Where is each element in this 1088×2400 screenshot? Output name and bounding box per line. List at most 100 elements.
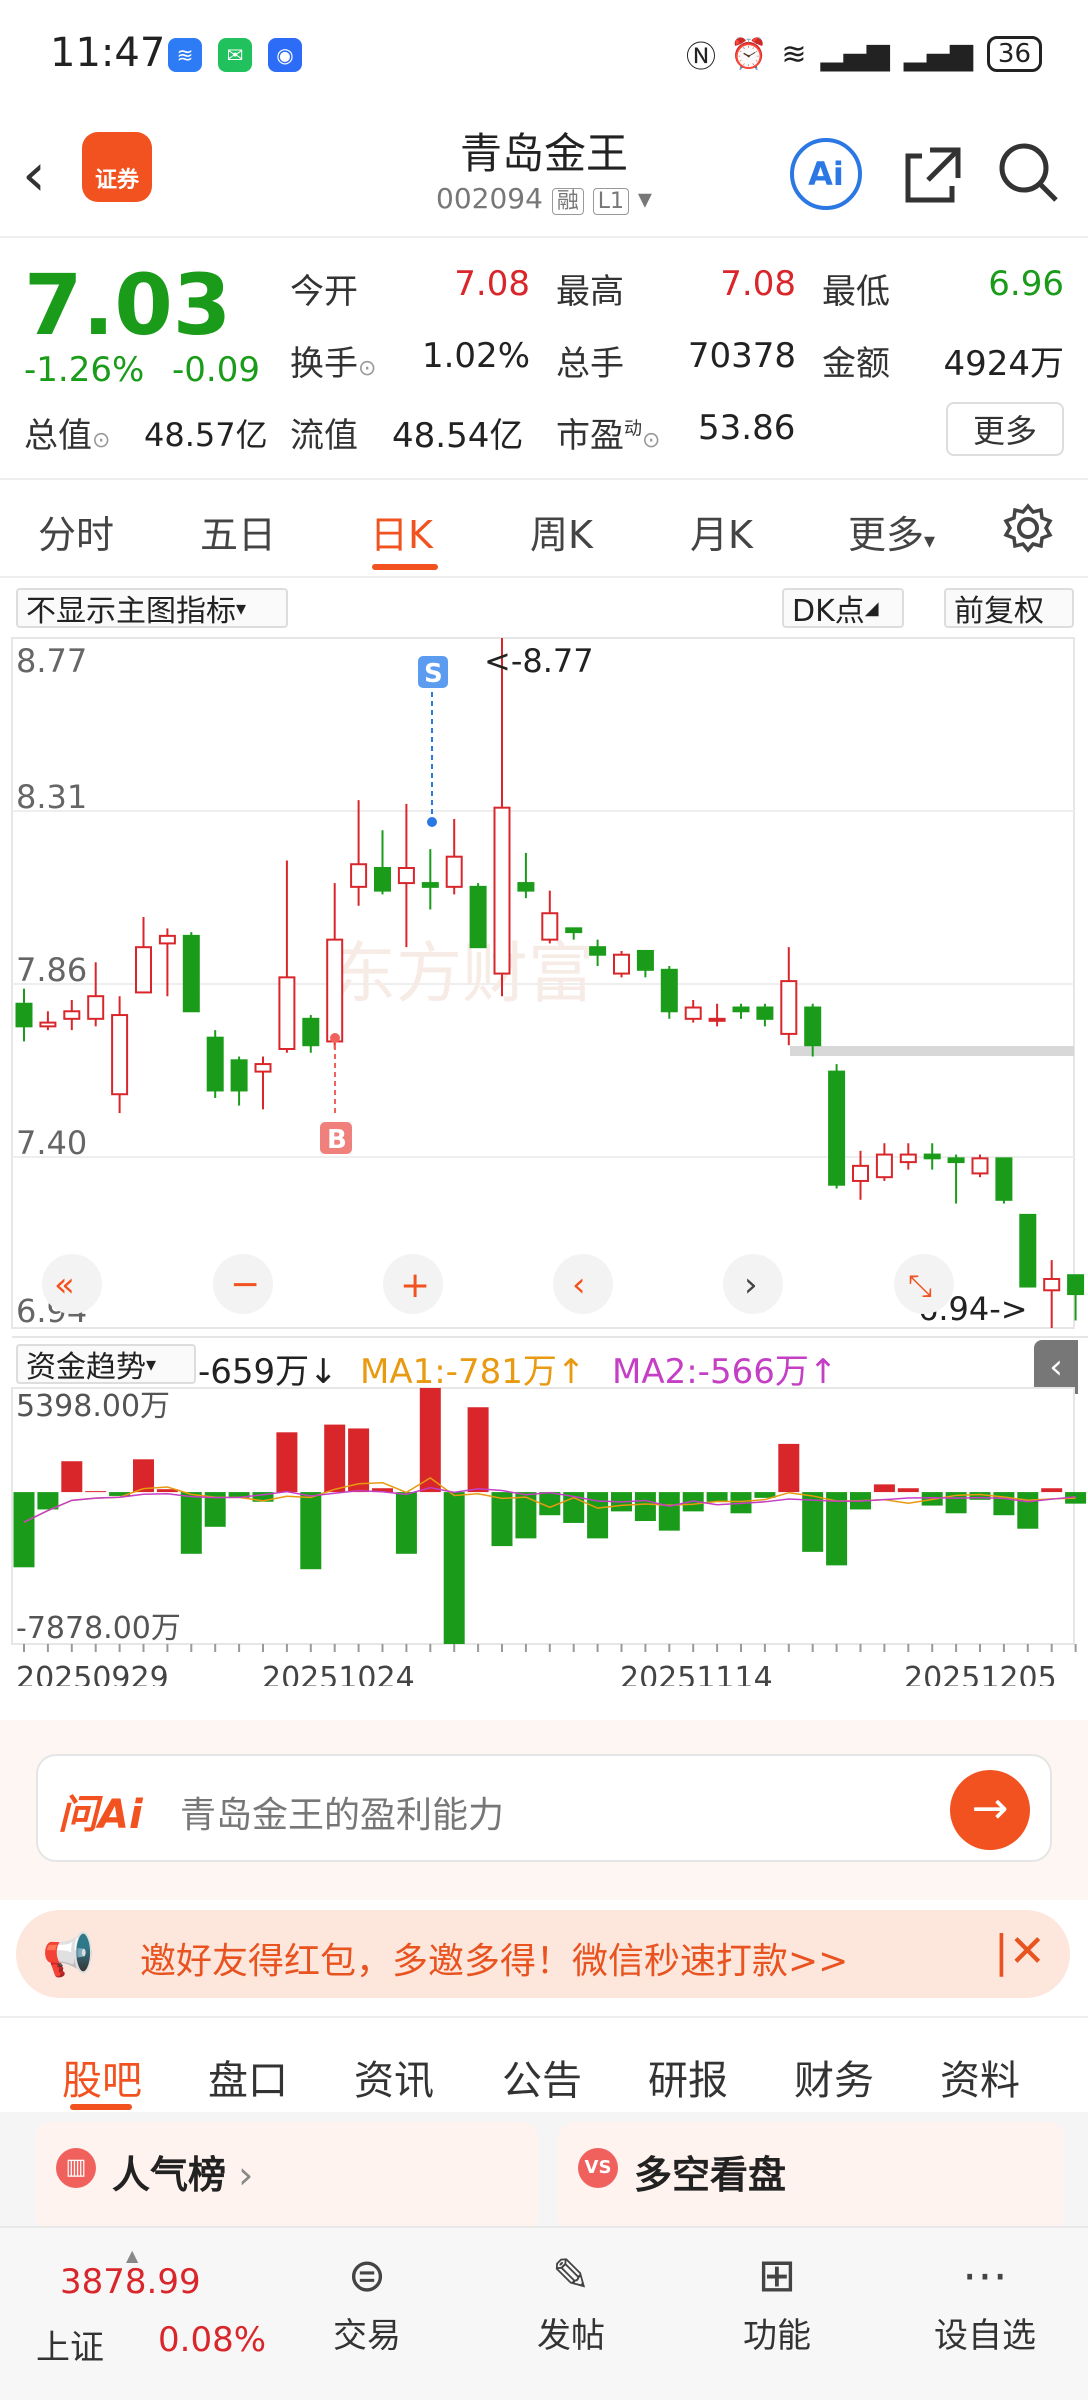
ai-prompt-input[interactable]: 问Ai 青岛金王的盈利能力 → <box>36 1754 1052 1862</box>
bull-bear-card[interactable]: VS 多空看盘 <box>558 2122 1064 2232</box>
tab-orderbook[interactable]: 盘口 <box>208 2048 288 2106</box>
tab-profile[interactable]: 资料 <box>940 2048 1020 2106</box>
fullscreen-button[interactable]: ⤡ <box>894 1254 954 1314</box>
tab-news[interactable]: 资讯 <box>354 2048 434 2106</box>
nav-watchlist[interactable]: ⋯ 设自选 <box>910 2248 1060 2357</box>
scroll-right-button[interactable]: › <box>723 1254 783 1314</box>
x-tick-label: 20251114 <box>620 1661 773 1686</box>
y-tick-label: 8.77 <box>16 642 87 680</box>
nav-post[interactable]: ✎ 发帖 <box>496 2248 646 2357</box>
scroll-left-fast-button[interactable]: « <box>42 1254 102 1314</box>
total-value-label-text: 总值 <box>24 416 92 456</box>
tab-intraday[interactable]: 分时 <box>38 504 114 559</box>
tab-monthly-k[interactable]: 月K <box>690 504 753 559</box>
chevron-down-icon: ▾ <box>146 1352 157 1376</box>
candle-body <box>995 1157 1013 1201</box>
candle-body <box>326 938 344 1043</box>
candle-body <box>278 976 296 1050</box>
tab-weekly-k[interactable]: 周K <box>530 504 593 559</box>
tab-announcements[interactable]: 公告 <box>502 2048 582 2106</box>
tab-research[interactable]: 研报 <box>648 2048 728 2106</box>
fund-y-tick-min: -7878.00万 <box>16 1611 181 1646</box>
corner-icon: ◢ <box>864 597 879 619</box>
chevron-down-icon[interactable]: ▾ <box>638 182 652 215</box>
signal-icon: ▂▄▆ <box>820 36 890 72</box>
tab-more[interactable]: 更多▾ <box>848 504 935 559</box>
fund-flow-legend: 资金趋势 ▾ -659万↓ MA1:-781万↑ MA2:-566万↑ ‹ <box>12 1336 1088 1394</box>
pencil-icon: ✎ <box>551 2248 591 2302</box>
more-button[interactable]: 更多 <box>946 402 1064 456</box>
candle-body <box>397 867 415 885</box>
candlestick-chart[interactable]: 东方财富 8.77 8.31 7.86 7.40 6.94 <-8.77 6.9… <box>0 636 1088 1396</box>
fund-flow-bar <box>778 1443 800 1493</box>
zoom-in-button[interactable]: + <box>383 1254 443 1314</box>
minus-icon: − <box>230 1264 260 1305</box>
search-icon[interactable] <box>996 140 1062 206</box>
tab-five-day[interactable]: 五日 <box>200 504 276 559</box>
change-value: -0.09 <box>172 350 260 390</box>
ai-placeholder: 青岛金王的盈利能力 <box>180 1795 505 1836</box>
nfc-icon: Ⓝ <box>685 40 716 75</box>
tab-daily-k[interactable]: 日K <box>370 504 433 559</box>
index-name[interactable]: 上证 <box>36 2320 104 2369</box>
zoom-out-button[interactable]: − <box>213 1254 273 1314</box>
fund-flow-bar <box>873 1484 895 1493</box>
chevron-left-icon: ‹ <box>572 1265 586 1305</box>
candle-body <box>15 1002 33 1028</box>
share-icon[interactable] <box>900 142 966 208</box>
ai-button[interactable]: Ai <box>790 138 862 210</box>
high-label: 最高 <box>556 272 624 312</box>
promo-text[interactable]: 邀好友得红包，多邀多得！微信秒速打款>> <box>140 1932 848 1984</box>
wechat-icon: ✉ <box>218 38 252 72</box>
indicator-select[interactable]: 不显示主图指标 ▾ <box>16 588 288 629</box>
indicator-select-label: 不显示主图指标 <box>26 594 236 629</box>
promo-banner[interactable]: 📢 邀好友得红包，多邀多得！微信秒速打款>> |✕ <box>16 1910 1070 1998</box>
sell-signal-text: S <box>424 659 443 689</box>
yen-icon: ⊜ <box>347 2248 387 2302</box>
dk-select[interactable]: DK点 ◢ <box>782 588 904 629</box>
fund-flow-bar <box>13 1492 35 1568</box>
fund-flow-bar <box>467 1407 489 1493</box>
candle-body <box>302 1017 320 1047</box>
dk-select-label: DK点 <box>792 594 865 629</box>
info-icon[interactable]: ⊙ <box>642 428 660 453</box>
nav-trade[interactable]: ⊜ 交易 <box>292 2248 442 2357</box>
adjust-select[interactable]: 前复权 <box>944 588 1074 629</box>
candle <box>828 1064 846 1189</box>
candle-body <box>589 946 607 956</box>
gear-icon[interactable] <box>1002 502 1054 554</box>
index-value[interactable]: 3878.99 <box>60 2262 201 2302</box>
x-tick-label: 20250929 <box>16 1661 169 1686</box>
ai-submit-arrow-icon[interactable]: → <box>950 1770 1030 1850</box>
cards-row: ▥ 人气榜 › VS 多空看盘 <box>0 2112 1088 2232</box>
nav-features[interactable]: ⊞ 功能 <box>702 2248 852 2357</box>
candle-body <box>636 949 654 971</box>
scroll-left-button[interactable]: ‹ <box>553 1254 613 1314</box>
card-title: 人气榜 › <box>112 2144 253 2199</box>
fund-flow-bar <box>515 1492 537 1539</box>
chevron-right-icon: › <box>226 2153 254 2197</box>
card-title: 多空看盘 <box>634 2153 787 2197</box>
tab-financials[interactable]: 财务 <box>794 2048 874 2106</box>
popularity-card[interactable]: ▥ 人气榜 › <box>36 2122 538 2232</box>
chart-icon: ▥ <box>56 2148 96 2188</box>
candle-body <box>469 885 487 949</box>
candle-body <box>852 1164 869 1182</box>
info-icon[interactable]: ⊙ <box>92 428 110 453</box>
tab-more-label: 更多 <box>848 513 925 557</box>
level-tag[interactable]: L1 <box>592 188 629 215</box>
close-icon[interactable]: |✕ <box>994 1926 1046 1977</box>
nav-features-label: 功能 <box>743 2316 811 2356</box>
indicator-type-select[interactable]: 资金趋势 ▾ <box>16 1344 196 1385</box>
sell-signal-dot <box>427 817 437 827</box>
candle <box>469 883 487 949</box>
candle-body <box>230 1059 248 1092</box>
info-icon[interactable]: ⊙ <box>358 356 376 381</box>
triangle-up-icon: ▲ <box>126 2246 139 2265</box>
index-change[interactable]: 0.08% <box>158 2320 266 2360</box>
fund-flow-chart[interactable]: 5398.00万 -7878.00万 20250929 20251024 202… <box>0 1386 1088 1686</box>
support-band <box>790 1046 1074 1056</box>
y-tick-label: 7.40 <box>16 1124 87 1162</box>
tab-forum[interactable]: 股吧 <box>62 2048 142 2106</box>
chevron-down-icon: ▾ <box>236 596 247 620</box>
